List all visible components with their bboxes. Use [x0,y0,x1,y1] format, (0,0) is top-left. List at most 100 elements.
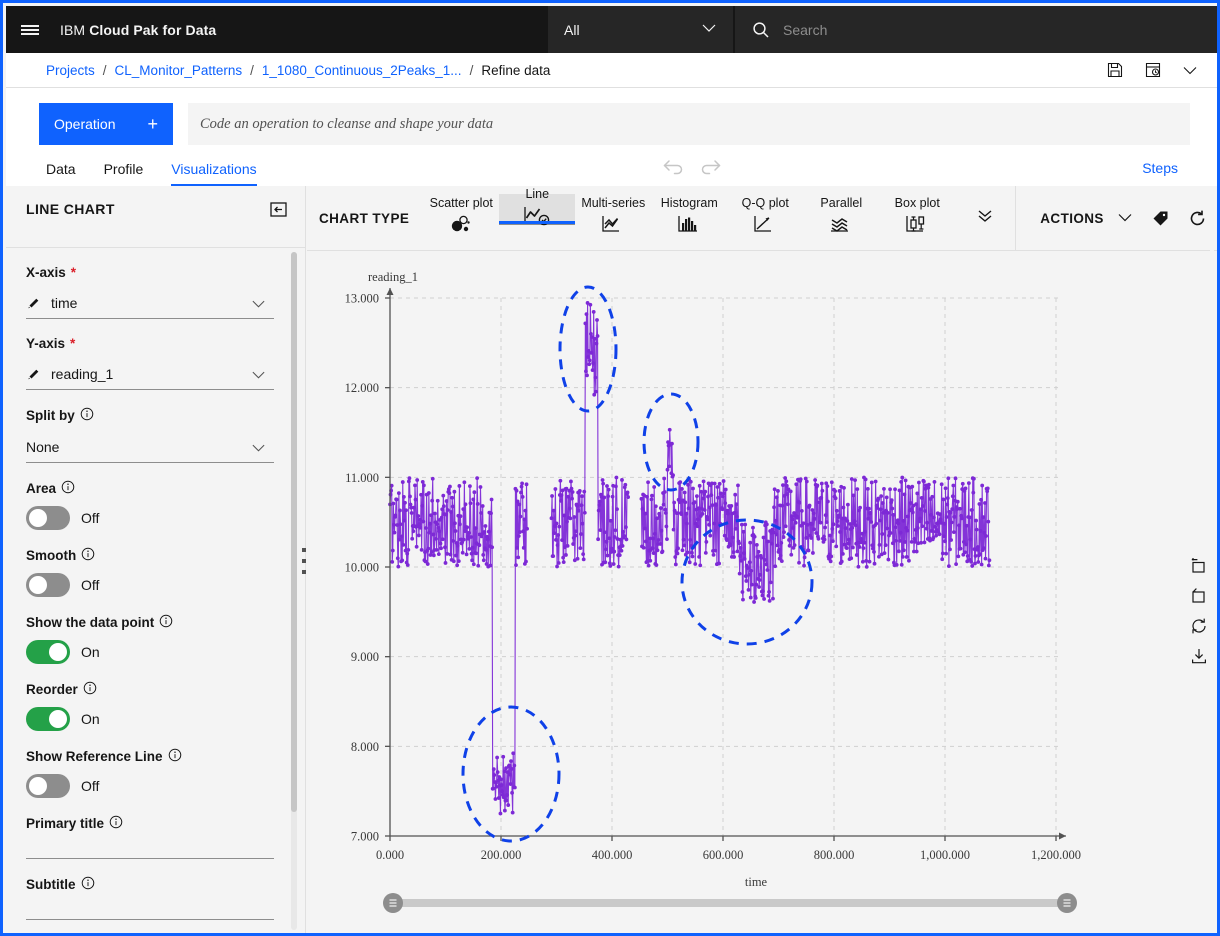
undo-icon[interactable] [661,157,685,177]
subtitle-input[interactable] [26,919,274,920]
tab-data[interactable]: Data [46,161,76,186]
series-data-point [415,478,420,482]
actions-menu-button[interactable]: ACTIONS [1040,209,1133,228]
y-axis-label-text: Y-axis [26,336,66,351]
series-data-point [413,497,418,502]
series-data-point [893,525,898,530]
undo-zoom-icon[interactable] [1189,586,1209,606]
show-data-point-toggle[interactable] [26,640,70,664]
show-reference-line-toggle[interactable] [26,774,70,798]
reorder-toggle[interactable] [26,707,70,731]
chart-type-qq-plot[interactable]: Q-Q plot [727,186,803,250]
info-icon[interactable] [109,815,123,832]
series-data-point [888,531,893,535]
info-icon[interactable] [168,748,182,765]
search-scope-select[interactable]: All [548,6,733,53]
tab-profile[interactable]: Profile [104,161,144,186]
info-icon[interactable] [81,547,95,564]
operation-code-input[interactable]: Code an operation to cleanse and shape y… [188,103,1190,145]
series-data-point [817,500,821,505]
series-data-point [829,480,834,485]
series-data-point [575,503,579,508]
series-data-point [625,490,630,495]
series-data-point [703,551,708,555]
info-icon[interactable] [81,876,95,893]
save-version-icon[interactable] [1144,61,1162,79]
series-data-point [900,554,905,559]
line-chart-svg[interactable]: 7.000 8.000 9.000 10.000 11.000 12.000 13.000 0… [307,251,1220,933]
split-by-select[interactable]: None [26,432,274,463]
chart-type-more-button[interactable] [955,186,1015,250]
chevron-down-icon[interactable] [1182,62,1198,78]
chart-type-line[interactable]: Line [499,187,576,226]
info-icon[interactable] [83,681,97,698]
refresh-icon[interactable] [1188,209,1207,228]
breadcrumb-item-current: Refine data [481,62,551,78]
breadcrumb-item-project[interactable]: CL_Monitor_Patterns [115,63,243,78]
zoom-area-icon[interactable] [1189,556,1209,576]
series-data-point [890,541,895,546]
hamburger-menu-icon[interactable] [6,6,54,53]
steps-link[interactable]: Steps [1142,160,1178,176]
series-data-point [391,501,396,506]
series-data-point [702,508,707,512]
series-data-point [905,514,910,519]
tab-visualizations[interactable]: Visualizations [171,161,257,186]
range-slider-track[interactable] [393,899,1067,907]
series-data-point [569,486,574,491]
series-data-point [973,561,977,566]
add-operation-button[interactable]: Operation + [39,103,173,145]
chevron-double-down-icon [975,206,995,231]
series-data-point [863,477,868,482]
chart-type-parallel[interactable]: Parallel [803,186,879,250]
series-data-point [864,564,869,569]
series-data-point [946,476,951,481]
chart-type-histogram[interactable]: Histogram [651,186,727,250]
chart-type-multi-series[interactable]: Multi-series [575,186,651,250]
series-data-point [557,524,562,529]
series-data-point [922,540,927,545]
x-axis-select[interactable]: time [26,288,274,319]
chart-canvas[interactable]: 7.000 8.000 9.000 10.000 11.000 12.000 13.000 0… [307,251,1220,933]
info-icon[interactable] [61,480,75,497]
series-data-point [963,486,968,491]
series-data-point [576,508,581,513]
series-data-point [782,530,786,535]
series-data-point [742,551,746,556]
download-icon[interactable] [1189,646,1209,666]
series-data-point [434,537,438,541]
series-data-point [971,476,976,481]
chart-type-scatter-plot[interactable]: Scatter plot [423,186,499,250]
chart-type-box-plot[interactable]: Box plot [879,186,955,250]
info-icon[interactable] [80,407,94,424]
series-data-point [397,537,402,542]
page-scrollbar-track[interactable] [1210,186,1214,933]
series-data-point [741,529,746,534]
save-icon[interactable] [1106,61,1124,79]
breadcrumb-item-dataset[interactable]: 1_1080_Continuous_2Peaks_1... [262,63,462,78]
area-toggle[interactable] [26,506,70,530]
series-data-point [888,487,892,492]
series-data-point [830,526,835,531]
series-data-point [944,515,949,519]
panel-resize-handle[interactable] [300,548,307,574]
series-data-point [781,535,786,539]
series-data-point [688,537,693,542]
tag-icon[interactable] [1151,209,1170,228]
multi-series-icon [600,213,626,240]
redo-icon[interactable] [699,157,723,177]
global-search-input[interactable]: Search [735,6,1217,53]
series-data-point [845,519,850,523]
settings-panel-scrollbar[interactable] [291,252,297,930]
reset-icon[interactable] [1189,616,1209,636]
y-axis-select[interactable]: reading_1 [26,359,274,390]
collapse-panel-icon[interactable] [270,201,287,218]
global-header: IBM Cloud Pak for Data All Search [6,6,1217,53]
breadcrumb-item-projects[interactable]: Projects [46,63,95,78]
series-data-point [492,773,497,777]
series-data-point [735,549,740,554]
smooth-toggle[interactable] [26,573,70,597]
info-icon[interactable] [159,614,173,631]
series-data-point [773,518,778,523]
series-data-point [870,546,875,551]
